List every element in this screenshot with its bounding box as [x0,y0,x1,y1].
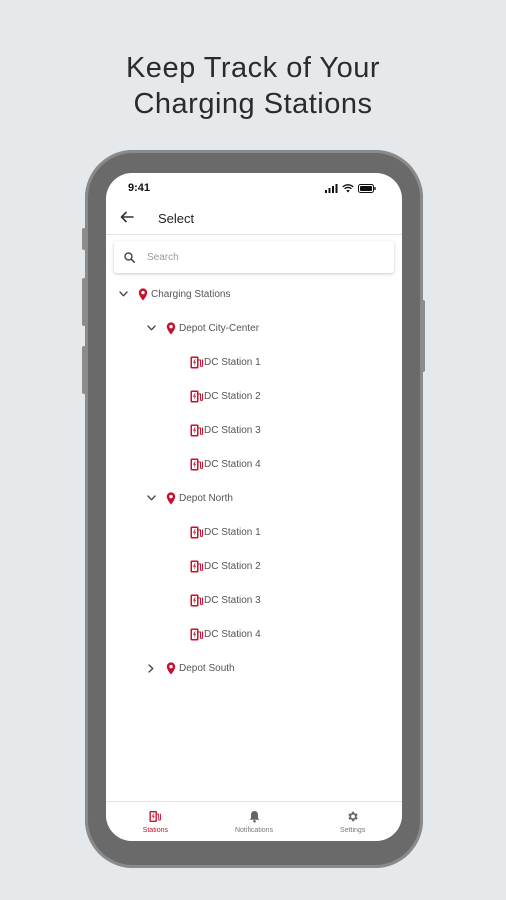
phone-screen: 9:41 Select Search Charging Stations Dep… [106,173,402,841]
charger-icon [190,526,203,539]
tree-station-item-label: DC Station 4 [204,628,261,640]
tree-depot-item-label: Depot North [179,492,233,504]
gear-icon [346,810,359,825]
charger-icon [149,810,162,825]
charger-icon [190,594,203,607]
map-pin-icon [138,287,148,301]
tree-root-item-label: Charging Stations [151,288,231,300]
charger-icon [190,628,203,641]
tree-depot-item-label: Depot City-Center [179,322,260,334]
tree-depot-item[interactable]: Depot North [106,481,402,515]
headline-line-2: Charging Stations [133,88,373,120]
chevron-right-icon[interactable] [144,663,158,673]
tree-station-item[interactable]: DC Station 4 [106,447,402,481]
chevron-down-icon[interactable] [116,291,130,297]
chevron-down-icon[interactable] [144,325,158,331]
map-pin-icon [166,321,176,335]
headline-line-1: Keep Track of Your [125,52,381,84]
tab-bar: Stations Notifications Settings [106,801,402,841]
map-pin-icon [166,661,176,675]
tab-label: Stations [142,826,168,834]
tree-station-item[interactable]: DC Station 3 [106,413,402,447]
battery-icon [358,183,376,193]
tree-station-item-label: DC Station 2 [204,560,261,572]
tree-depot-item[interactable]: Depot City-Center [106,311,402,345]
tree-station-item[interactable]: DC Station 1 [106,345,402,379]
wifi-icon [342,183,354,192]
tree-station-item[interactable]: DC Station 4 [106,617,402,651]
tree-station-item-label: DC Station 2 [204,390,261,402]
tree-station-item[interactable]: DC Station 2 [106,549,402,583]
charger-icon [190,560,203,573]
tree-station-item-label: DC Station 4 [204,458,261,470]
status-icons [325,183,376,193]
tree-station-item-label: DC Station 1 [204,526,261,538]
phone-button-left-2 [82,278,86,326]
bell-icon [249,810,260,825]
charger-icon [190,424,203,437]
tree-station-item[interactable]: DC Station 1 [106,515,402,549]
tab-label: Notifications [234,826,274,834]
app-bar: Select [106,203,402,235]
phone-button-left-1 [82,228,86,250]
chevron-down-icon[interactable] [144,495,158,501]
tree-station-item-label: DC Station 1 [204,356,261,368]
status-time: 9:41 [128,182,151,194]
tree-station-item-label: DC Station 3 [204,424,261,436]
search-icon [124,251,135,263]
charger-icon [190,458,203,471]
tree-station-item[interactable]: DC Station 2 [106,379,402,413]
station-tree: Charging Stations Depot City-Center DC Sta… [106,277,402,685]
phone-button-right [421,300,425,372]
tab-settings[interactable]: Settings [303,802,402,841]
charger-icon [190,390,203,403]
phone-button-left-3 [82,346,86,394]
tree-station-item[interactable]: DC Station 3 [106,583,402,617]
tree-depot-item-label: Depot South [179,662,235,674]
arrow-left-icon[interactable] [120,210,144,228]
tree-root-item[interactable]: Charging Stations [106,277,402,311]
signal-icon [325,183,338,193]
tree-station-item-label: DC Station 3 [204,594,261,606]
tab-notifications[interactable]: Notifications [205,802,304,841]
search-input[interactable]: Search [114,241,394,273]
tab-stations[interactable]: Stations [106,802,205,841]
page-title: Select [158,211,195,226]
tab-label: Settings [340,826,366,834]
charger-icon [190,356,203,369]
tree-depot-item[interactable]: Depot South [106,651,402,685]
headline: Keep Track of Your Charging Stations [0,50,506,122]
search-placeholder: Search [147,251,179,263]
map-pin-icon [166,491,176,505]
status-bar: 9:41 [106,173,402,203]
